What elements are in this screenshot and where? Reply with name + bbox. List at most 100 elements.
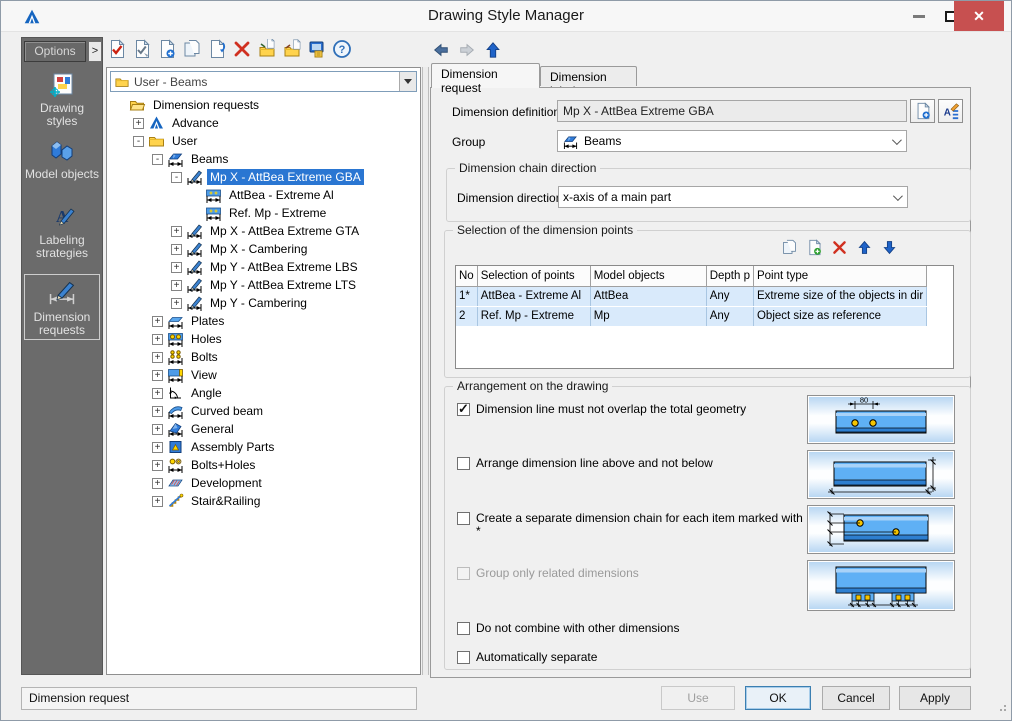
- col-no[interactable]: No: [456, 266, 478, 287]
- tree-item[interactable]: + Mp X - AttBea Extreme GTA: [108, 222, 419, 240]
- help-icon[interactable]: ?: [332, 39, 352, 59]
- confirm-style-icon[interactable]: [107, 39, 127, 59]
- tree-expander[interactable]: +: [152, 477, 163, 489]
- checkbox-box[interactable]: [457, 622, 470, 635]
- sidebar-item-dimension-requests[interactable]: Dimension requests: [24, 274, 100, 340]
- cell-selection[interactable]: AttBea - Extreme Al: [477, 286, 591, 307]
- tree-expander[interactable]: -: [171, 171, 182, 183]
- sidebar-item-labeling-strategies[interactable]: A Labeling strategies: [24, 204, 100, 260]
- checkbox-separate-chain[interactable]: Create a separate dimension chain for ea…: [457, 512, 806, 538]
- tree-item[interactable]: + Stair&Railing: [108, 492, 419, 510]
- tree-item[interactable]: + Assembly Parts: [108, 438, 419, 456]
- up-arrow-icon[interactable]: [484, 41, 502, 59]
- cell-point-type[interactable]: Object size as reference: [753, 306, 928, 327]
- delete-row-icon[interactable]: [831, 239, 848, 256]
- tree-expander[interactable]: +: [152, 387, 163, 399]
- checkbox-group-related[interactable]: Group only related dimensions: [457, 567, 639, 580]
- options-expander-button[interactable]: >: [88, 41, 102, 62]
- sidebar-item-model-objects[interactable]: Model objects: [24, 138, 100, 181]
- checkbox-box[interactable]: [457, 457, 470, 470]
- tree-item[interactable]: + Holes: [108, 330, 419, 348]
- cell-point-type[interactable]: Extreme size of the objects in dir: [753, 286, 928, 307]
- tree-item[interactable]: Dimension requests: [108, 96, 419, 114]
- tree-item[interactable]: + Mp X - Cambering: [108, 240, 419, 258]
- paste-style-icon[interactable]: [207, 39, 227, 59]
- tree-expander[interactable]: +: [152, 495, 163, 507]
- checkbox-box[interactable]: [457, 512, 470, 525]
- tree-item[interactable]: + Mp Y - AttBea Extreme LTS: [108, 276, 419, 294]
- tree-expander[interactable]: +: [152, 441, 163, 453]
- tree-item[interactable]: - Beams: [108, 150, 419, 168]
- tree-expander[interactable]: +: [133, 117, 144, 129]
- tree-item[interactable]: + Mp Y - AttBea Extreme LBS: [108, 258, 419, 276]
- style-path-combobox[interactable]: User - Beams: [110, 71, 417, 92]
- table-row[interactable]: 1* AttBea - Extreme Al AttBea Any Extrem…: [456, 286, 928, 307]
- checkbox-box[interactable]: [457, 651, 470, 664]
- group-combobox[interactable]: Beams: [557, 130, 907, 152]
- check-style-icon[interactable]: [132, 39, 152, 59]
- tree-expander[interactable]: +: [152, 351, 163, 363]
- checkbox-no-combine[interactable]: Do not combine with other dimensions: [457, 622, 679, 635]
- col-selection-of-points[interactable]: Selection of points: [477, 266, 591, 287]
- export-style-icon[interactable]: [282, 39, 302, 59]
- copy-style-icon[interactable]: [182, 39, 202, 59]
- tab-dimension-request[interactable]: Dimension request: [431, 63, 540, 95]
- tree-item[interactable]: + Angle: [108, 384, 419, 402]
- tree-expander[interactable]: +: [171, 297, 182, 309]
- move-up-icon[interactable]: [856, 239, 873, 256]
- tree-item[interactable]: + Development: [108, 474, 419, 492]
- cancel-button[interactable]: Cancel: [822, 686, 890, 710]
- tree-item[interactable]: + Curved beam: [108, 402, 419, 420]
- checkbox-box[interactable]: [457, 401, 470, 417]
- ok-button[interactable]: OK: [745, 686, 811, 710]
- tree-item[interactable]: + Bolts+Holes: [108, 456, 419, 474]
- cell-depth[interactable]: Any: [706, 306, 754, 327]
- checkbox-above-not-below[interactable]: Arrange dimension line above and not bel…: [457, 457, 713, 470]
- transfer-style-icon[interactable]: [307, 39, 327, 59]
- new-style-icon[interactable]: [157, 39, 177, 59]
- panel-splitter[interactable]: [422, 67, 429, 675]
- tree-item[interactable]: AttBea - Extreme Al: [108, 186, 419, 204]
- new-definition-button[interactable]: [910, 99, 935, 123]
- tab-dimension-label[interactable]: Dimension label: [540, 66, 637, 98]
- tree-expander[interactable]: +: [152, 333, 163, 345]
- options-button[interactable]: Options: [24, 41, 86, 62]
- tree-item[interactable]: - User: [108, 132, 419, 150]
- tree-expander[interactable]: -: [152, 153, 163, 165]
- use-button[interactable]: Use: [661, 686, 735, 710]
- back-arrow-icon[interactable]: [432, 41, 450, 59]
- tree-item[interactable]: + Mp Y - Cambering: [108, 294, 419, 312]
- path-dropdown-button[interactable]: [399, 72, 416, 91]
- cell-selection[interactable]: Ref. Mp - Extreme: [477, 306, 591, 327]
- tree-expander[interactable]: +: [152, 459, 163, 471]
- dimension-definition-field[interactable]: Mp X - AttBea Extreme GBA: [557, 100, 907, 122]
- cell-model-objects[interactable]: AttBea: [590, 286, 707, 307]
- checkbox-auto-separate[interactable]: Automatically separate: [457, 651, 597, 664]
- dimension-direction-combobox[interactable]: x-axis of a main part: [558, 186, 908, 208]
- tree-item[interactable]: + General: [108, 420, 419, 438]
- checkbox-no-overlap[interactable]: Dimension line must not overlap the tota…: [457, 401, 746, 417]
- resize-grip[interactable]: [996, 701, 1006, 711]
- sidebar-item-drawing-styles[interactable]: Drawing styles: [24, 72, 100, 128]
- add-row-icon[interactable]: [806, 239, 823, 256]
- tree-item[interactable]: + Advance: [108, 114, 419, 132]
- rename-definition-button[interactable]: A: [938, 99, 963, 123]
- tree-item[interactable]: Ref. Mp - Extreme: [108, 204, 419, 222]
- forward-arrow-icon[interactable]: [458, 41, 476, 59]
- tree-expander[interactable]: +: [171, 225, 182, 237]
- tree-expander[interactable]: +: [152, 315, 163, 327]
- titlebar[interactable]: Drawing Style Manager ✕: [1, 1, 1011, 32]
- col-depth-position[interactable]: Depth p: [706, 266, 754, 287]
- tree-expander[interactable]: +: [171, 279, 182, 291]
- copy-row-icon[interactable]: [781, 239, 798, 256]
- cell-no[interactable]: 1*: [456, 286, 478, 307]
- col-point-type[interactable]: Point type: [753, 266, 928, 287]
- tree-expander[interactable]: +: [171, 261, 182, 273]
- table-row[interactable]: 2 Ref. Mp - Extreme Mp Any Object size a…: [456, 306, 928, 327]
- tree-item[interactable]: + Bolts: [108, 348, 419, 366]
- move-down-icon[interactable]: [881, 239, 898, 256]
- minimize-button[interactable]: [904, 1, 934, 31]
- tree-expander[interactable]: +: [152, 405, 163, 417]
- tree-item[interactable]: + View: [108, 366, 419, 384]
- tree-item-selected[interactable]: - Mp X - AttBea Extreme GBA: [108, 168, 419, 186]
